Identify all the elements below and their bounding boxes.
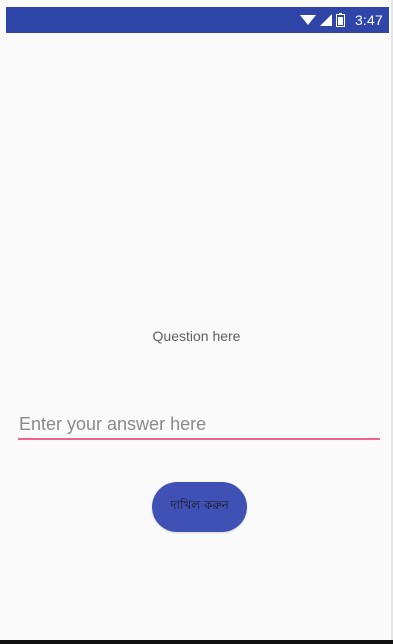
answer-input[interactable] [18,410,380,438]
submit-button-label: দাখিল করুন [170,498,229,512]
battery-icon [335,13,345,27]
status-icons: 3:47 [299,12,383,28]
status-bar: 3:47 [6,7,389,33]
app-screen: 3:47 Question here দাখিল করুন [0,0,393,644]
cellular-signal-icon [319,14,332,26]
question-text: Question here [152,328,241,344]
status-clock: 3:47 [354,12,383,28]
bottom-edge [0,640,393,644]
wifi-icon [299,14,316,26]
submit-button[interactable]: দাখিল করুন [152,482,247,532]
answer-field-container [18,410,380,440]
